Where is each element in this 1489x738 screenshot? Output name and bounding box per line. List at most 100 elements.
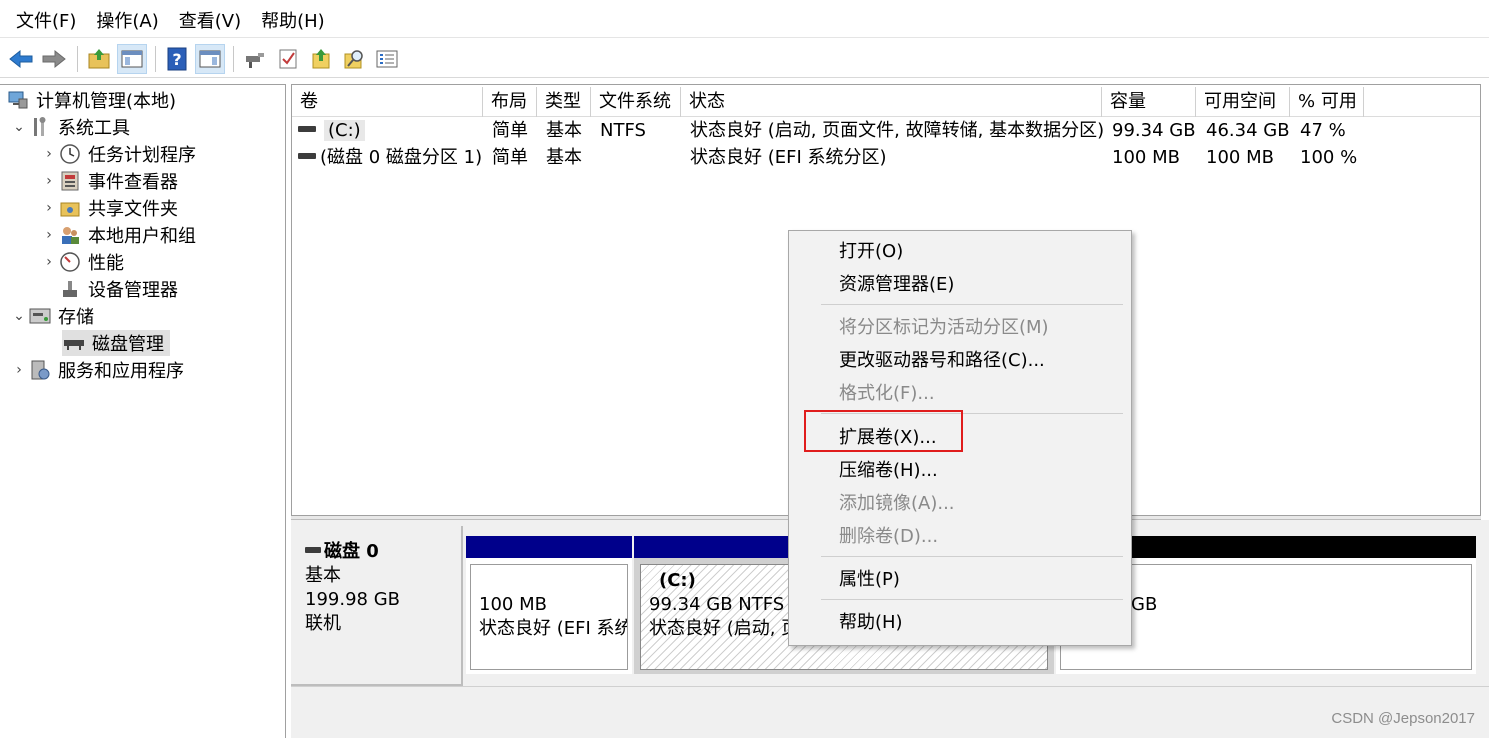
disk-size: 199.98 GB: [305, 589, 401, 610]
column-header-free-space[interactable]: 可用空间: [1196, 87, 1290, 117]
tree-item-system-tools[interactable]: ⌄ 系统工具: [10, 114, 130, 140]
percent-free-cell: 100 %: [1300, 147, 1358, 168]
chevron-right-icon[interactable]: ›: [40, 200, 58, 216]
disk-state: 联机: [305, 613, 341, 634]
column-header-capacity[interactable]: 容量: [1102, 87, 1196, 117]
tree-item-storage[interactable]: ⌄ 存储: [10, 303, 94, 329]
partition-status: 状态良好 (EFI 系统: [479, 618, 628, 639]
partition-bar: [466, 536, 632, 558]
console-tree-icon[interactable]: [117, 43, 147, 74]
tree-item-computer-management[interactable]: 计算机管理(本地): [6, 87, 176, 113]
tree-item-label: 磁盘管理: [92, 334, 164, 355]
menu-bar: 文件(F) 操作(A) 查看(V) 帮助(H): [0, 6, 1489, 38]
tree-item-services[interactable]: › 服务和应用程序: [10, 357, 184, 383]
connect-icon[interactable]: [240, 44, 270, 74]
volume-list-header: 卷 布局 类型 文件系统 状态 容量 可用空间 % 可用: [292, 87, 1480, 117]
disk-name: 磁盘 0: [324, 541, 379, 562]
forward-arrow-icon[interactable]: [39, 44, 69, 74]
filesystem-cell: NTFS: [600, 120, 646, 141]
back-arrow-icon[interactable]: [6, 44, 36, 74]
disk-label[interactable]: 磁盘 0 基本 199.98 GB 联机: [291, 526, 463, 686]
layout-cell: 简单: [492, 120, 528, 141]
disk-icon: [305, 547, 321, 553]
drive-icon: [298, 153, 316, 159]
chevron-right-icon[interactable]: ›: [40, 227, 58, 243]
list-icon[interactable]: [372, 44, 402, 74]
menu-item-help[interactable]: 帮助(H): [839, 608, 903, 638]
status-cell: 状态良好 (EFI 系统分区): [690, 147, 887, 168]
storage-icon: [28, 305, 52, 327]
tree-item-label: 性能: [88, 253, 124, 274]
column-header-filesystem[interactable]: 文件系统: [591, 87, 681, 117]
tree-item-event-viewer[interactable]: › 事件查看器: [40, 168, 178, 194]
column-header-layout[interactable]: 布局: [483, 87, 537, 117]
tree-item-local-users[interactable]: › 本地用户和组: [40, 222, 196, 248]
shared-folder-icon: [58, 197, 82, 219]
disk-management-icon: [62, 332, 86, 354]
tree-item-device-manager[interactable]: 设备管理器: [58, 276, 178, 302]
tree-item-label: 共享文件夹: [88, 199, 178, 220]
column-header-type[interactable]: 类型: [537, 87, 591, 117]
volume-name: (磁盘 0 磁盘分区 1): [320, 147, 483, 168]
action-pane-icon[interactable]: [195, 43, 225, 74]
volume-name: (C:): [324, 120, 365, 141]
menu-item-open[interactable]: 打开(O): [839, 237, 903, 267]
properties-icon[interactable]: [273, 44, 303, 74]
help-icon[interactable]: ?: [162, 44, 192, 74]
partition-body: 100 MB 状态良好 (EFI 系统: [470, 564, 628, 670]
tree-item-label: 计算机管理(本地): [36, 91, 177, 112]
tree-item-task-scheduler[interactable]: › 任务计划程序: [40, 141, 196, 167]
free-space-cell: 100 MB: [1206, 147, 1274, 168]
column-header-percent-free[interactable]: % 可用: [1290, 87, 1364, 117]
tree-item-shared-folders[interactable]: › 共享文件夹: [40, 195, 178, 221]
tree-item-disk-management[interactable]: 磁盘管理: [62, 330, 170, 356]
disk-name-row: 磁盘 0: [305, 540, 461, 564]
menu-item-shrink-volume[interactable]: 压缩卷(H)...: [839, 456, 938, 486]
volume-cell: (C:): [298, 117, 365, 144]
search-icon[interactable]: [339, 44, 369, 74]
users-icon: [58, 224, 82, 246]
tree-item-performance[interactable]: › 性能: [40, 249, 124, 275]
partition-size: 100 MB: [479, 594, 547, 615]
menu-help[interactable]: 帮助(H): [251, 7, 335, 37]
menu-separator: [821, 599, 1123, 600]
chevron-right-icon[interactable]: ›: [40, 146, 58, 162]
chevron-down-icon[interactable]: ⌄: [10, 308, 28, 324]
percent-free-cell: 47 %: [1300, 120, 1346, 141]
drive-icon: [298, 126, 316, 132]
chevron-down-icon[interactable]: ⌄: [10, 119, 28, 135]
performance-gauge-icon: [58, 251, 82, 273]
capacity-cell: 100 MB: [1112, 147, 1180, 168]
menu-item-change-drive-letter[interactable]: 更改驱动器号和路径(C)...: [839, 346, 1045, 376]
menu-view[interactable]: 查看(V): [169, 7, 251, 37]
chevron-right-icon[interactable]: ›: [10, 362, 28, 378]
event-viewer-icon: [58, 170, 82, 192]
up-folder-icon[interactable]: [84, 44, 114, 74]
column-header-volume[interactable]: 卷: [292, 87, 483, 117]
tools-icon: [28, 116, 52, 138]
computer-management-icon: [6, 89, 30, 111]
tree-item-label: 本地用户和组: [88, 226, 196, 247]
menu-item-properties[interactable]: 属性(P): [839, 565, 900, 595]
column-header-status[interactable]: 状态: [681, 87, 1102, 117]
menu-item-add-mirror: 添加镜像(A)...: [839, 493, 955, 514]
menu-action[interactable]: 操作(A): [86, 7, 168, 37]
menu-item-mark-active: 将分区标记为活动分区(M): [839, 317, 1049, 338]
menu-file[interactable]: 文件(F): [6, 7, 86, 37]
disk-type: 基本: [305, 565, 341, 586]
menu-item-explorer[interactable]: 资源管理器(E): [839, 270, 954, 300]
watermark: CSDN @Jepson2017: [1331, 710, 1475, 727]
tree-item-label: 服务和应用程序: [58, 361, 184, 382]
free-space-cell: 46.34 GB: [1206, 120, 1290, 141]
toolbar-separator: [233, 45, 234, 72]
partition-efi[interactable]: 100 MB 状态良好 (EFI 系统: [466, 536, 632, 674]
chevron-right-icon[interactable]: ›: [40, 254, 58, 270]
export-icon[interactable]: [306, 44, 336, 74]
table-row[interactable]: (磁盘 0 磁盘分区 1) 简单 基本 状态良好 (EFI 系统分区) 100 …: [292, 144, 1480, 171]
device-manager-icon: [58, 278, 82, 300]
console-tree: 计算机管理(本地) ⌄ 系统工具 › 任务计划程序 › 事件查看器 › 共享文件…: [0, 84, 286, 738]
layout-cell: 简单: [492, 147, 528, 168]
svg-text:?: ?: [172, 50, 181, 69]
chevron-right-icon[interactable]: ›: [40, 173, 58, 189]
table-row[interactable]: (C:) 简单 基本 NTFS 状态良好 (启动, 页面文件, 故障转储, 基本…: [292, 117, 1480, 144]
